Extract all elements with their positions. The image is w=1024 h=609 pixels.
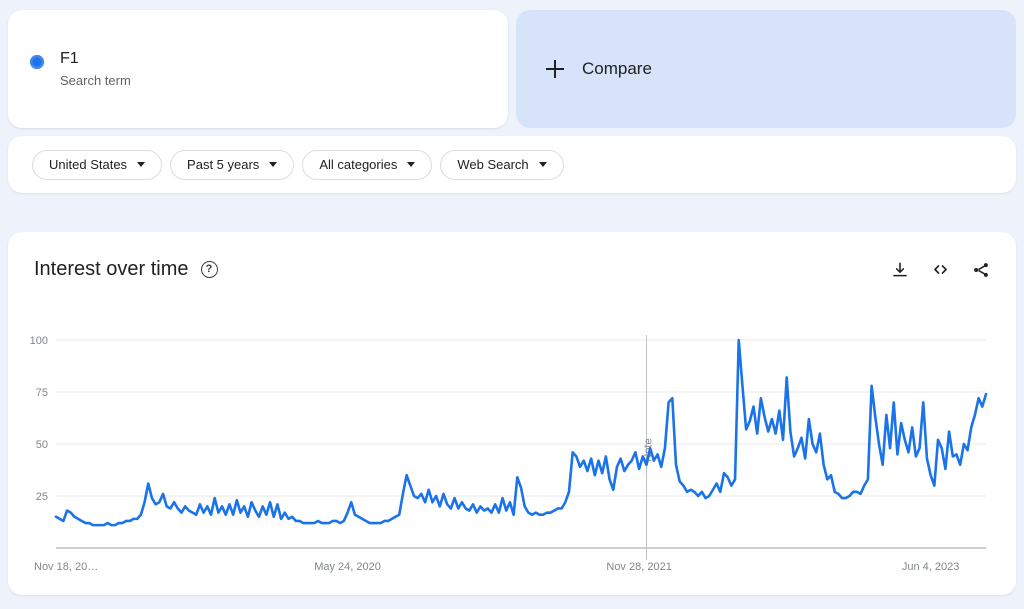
x-tick-label: Nov 18, 20… bbox=[34, 561, 98, 573]
compare-label: Compare bbox=[582, 59, 652, 78]
filter-location-label: United States bbox=[49, 157, 128, 172]
chevron-down-icon bbox=[538, 162, 547, 167]
search-term-subtitle: Search term bbox=[60, 73, 131, 88]
y-tick-label: 75 bbox=[36, 387, 48, 399]
y-tick-label: 100 bbox=[30, 335, 48, 347]
chart-x-axis-labels: Nov 18, 20… May 24, 2020 Nov 28, 2021 Jun 4… bbox=[34, 561, 959, 573]
search-term-title: F1 bbox=[60, 50, 79, 67]
chart-title-wrap: Interest over time ? bbox=[34, 258, 218, 281]
x-tick-label: Nov 28, 2021 bbox=[606, 561, 671, 573]
chart-y-axis-labels: 25 50 75 100 bbox=[30, 335, 48, 503]
filter-search-type-label: Web Search bbox=[457, 157, 529, 172]
search-term-texts: F1 Search term bbox=[60, 50, 131, 88]
plus-icon bbox=[546, 60, 564, 78]
chart-title: Interest over time bbox=[34, 258, 189, 280]
help-circle-icon[interactable]: ? bbox=[200, 261, 218, 278]
x-tick-label: May 24, 2020 bbox=[314, 561, 381, 573]
chart-plot-area[interactable]: 25 50 75 100 Note Nov 18, 20… May 24, 2020 No… bbox=[8, 310, 1016, 595]
interest-over-time-card: Interest over time ? 25 50 75 100 Note Nov bbox=[8, 232, 1016, 595]
series-color-dot-icon bbox=[30, 55, 44, 69]
search-term-content: F1 Search term bbox=[30, 50, 131, 88]
y-tick-label: 50 bbox=[36, 439, 48, 451]
chart-series-line bbox=[54, 338, 988, 527]
filter-category[interactable]: All categories bbox=[302, 149, 433, 180]
chevron-down-icon bbox=[407, 162, 416, 167]
y-tick-label: 25 bbox=[36, 491, 48, 503]
search-term-card[interactable]: F1 Search term bbox=[8, 10, 508, 128]
chart-actions bbox=[891, 260, 990, 279]
compare-button[interactable]: Compare bbox=[516, 10, 1016, 128]
filter-time-range-label: Past 5 years bbox=[187, 157, 260, 172]
embed-code-icon[interactable] bbox=[931, 260, 950, 279]
compare-content: Compare bbox=[546, 59, 652, 79]
chart-note-annotation: Note bbox=[642, 335, 654, 560]
download-icon[interactable] bbox=[891, 261, 909, 279]
share-icon[interactable] bbox=[972, 261, 990, 279]
interest-over-time-linechart[interactable]: 255075100 Note Nov 18, 20… May 24, 2020 No… bbox=[8, 310, 1016, 595]
chart-gridlines bbox=[56, 339, 986, 497]
chart-header: Interest over time ? bbox=[8, 232, 1016, 281]
filter-search-type[interactable]: Web Search bbox=[440, 149, 564, 180]
filter-category-label: All categories bbox=[319, 157, 398, 172]
chevron-down-icon bbox=[137, 162, 146, 167]
search-terms-row: F1 Search term Compare bbox=[0, 0, 1024, 128]
x-tick-label: Jun 4, 2023 bbox=[902, 561, 960, 573]
filter-bar: United States Past 5 years All categorie… bbox=[8, 136, 1016, 193]
filter-time-range[interactable]: Past 5 years bbox=[170, 149, 295, 180]
filter-location[interactable]: United States bbox=[32, 149, 163, 180]
chevron-down-icon bbox=[269, 162, 278, 167]
